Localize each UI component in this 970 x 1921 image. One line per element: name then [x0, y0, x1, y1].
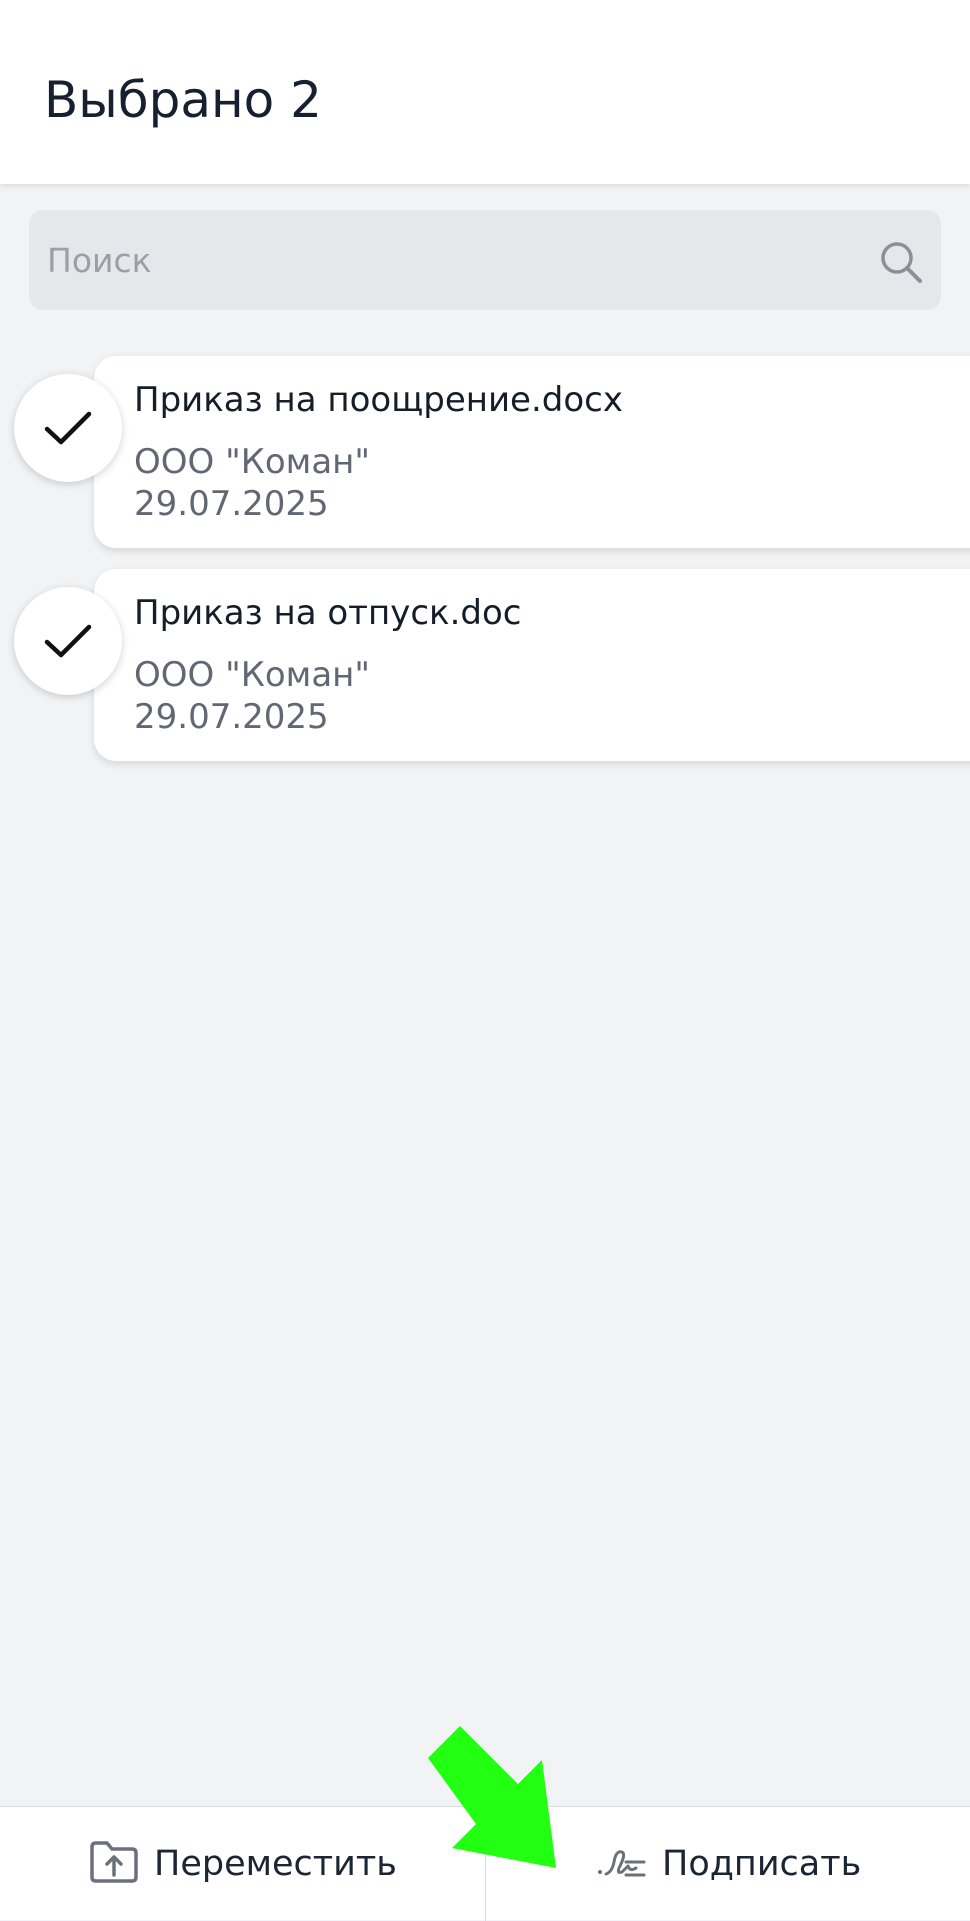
- arrow-pointer-icon: [428, 1726, 556, 1868]
- search-bar[interactable]: [29, 210, 941, 310]
- header: Выбрано 2: [0, 0, 970, 184]
- selection-checkbox[interactable]: [14, 587, 122, 695]
- document-card[interactable]: Приказ на отпуск.doc ООО "Коман" 29.07.2…: [94, 569, 970, 761]
- document-date: 29.07.2025: [134, 697, 329, 737]
- checkmark-icon: [44, 411, 92, 445]
- sign-button-label: Подписать: [662, 1844, 862, 1884]
- list-item[interactable]: Приказ на поощрение.docx ООО "Коман" 29.…: [0, 356, 970, 548]
- document-organization: ООО "Коман": [134, 655, 371, 695]
- search-icon[interactable]: [877, 238, 925, 286]
- document-name: Приказ на поощрение.docx: [134, 380, 623, 420]
- checkmark-icon: [44, 624, 92, 658]
- signature-icon: [596, 1842, 648, 1886]
- document-name: Приказ на отпуск.doc: [134, 593, 522, 633]
- page-title: Выбрано 2: [44, 71, 322, 129]
- move-button[interactable]: Переместить: [88, 1807, 397, 1921]
- document-card[interactable]: Приказ на поощрение.docx ООО "Коман" 29.…: [94, 356, 970, 548]
- selection-checkbox[interactable]: [14, 374, 122, 482]
- sign-button[interactable]: Подписать: [596, 1807, 861, 1921]
- move-button-label: Переместить: [154, 1844, 397, 1884]
- document-date: 29.07.2025: [134, 484, 329, 524]
- list-item[interactable]: Приказ на отпуск.doc ООО "Коман" 29.07.2…: [0, 569, 970, 761]
- folder-upload-icon: [88, 1839, 140, 1889]
- search-input[interactable]: [47, 210, 867, 310]
- document-organization: ООО "Коман": [134, 442, 371, 482]
